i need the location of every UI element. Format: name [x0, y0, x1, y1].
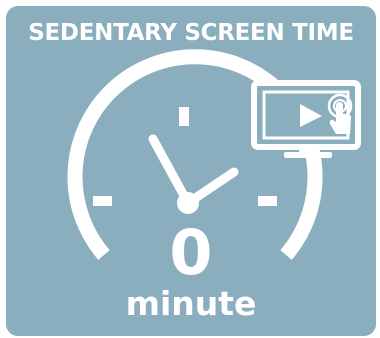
screen-time-unit: minute [125, 284, 257, 323]
tv-touch-icon [251, 80, 361, 158]
screen-time-value: 0 [169, 216, 213, 289]
screen-time-card: SEDENTARY SCREEN TIME 0 minute [6, 6, 376, 336]
